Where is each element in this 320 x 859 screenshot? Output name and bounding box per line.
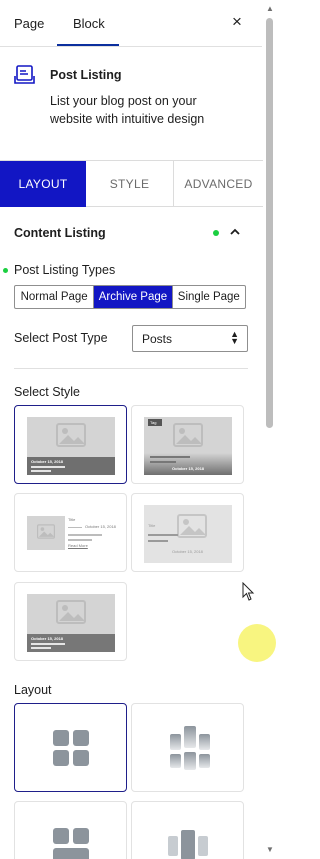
block-title: Post Listing: [50, 68, 122, 82]
text-line: [31, 470, 51, 472]
panel-tabs: LAYOUT STYLE ADVANCED: [0, 160, 263, 207]
text-line: [68, 539, 92, 541]
layout-option-masonry[interactable]: [131, 703, 244, 792]
scroll-up-arrow-icon[interactable]: ▲: [266, 4, 274, 13]
layout-option-list[interactable]: [14, 801, 127, 859]
scroll-down-arrow-icon[interactable]: ▼: [266, 845, 274, 854]
style-option-1[interactable]: October 15, 2018: [14, 405, 127, 484]
card-date: October 15, 2018: [85, 524, 116, 529]
card-date: October 15, 2018: [31, 636, 64, 641]
style-option-4[interactable]: Title October 15, 2018: [131, 493, 244, 572]
post-type-select[interactable]: Posts ▲ ▼: [132, 325, 248, 352]
layout-option-carousel[interactable]: [131, 801, 244, 859]
block-info: Post Listing List your blog post on your…: [0, 48, 262, 160]
mouse-pointer-icon: [242, 582, 255, 601]
text-line: [150, 456, 190, 458]
card-date: October 15, 2018: [172, 549, 203, 554]
card-readmore: Read More: [68, 543, 88, 548]
text-line: [68, 534, 102, 536]
card-date: October 15, 2018: [172, 466, 205, 471]
post-type-value: Posts: [142, 332, 173, 346]
text-line: [150, 461, 176, 463]
carousel-layout-icon: [168, 830, 208, 859]
card-tag: Tag: [150, 420, 157, 425]
image-icon: [56, 600, 86, 624]
type-archive-page[interactable]: Archive Page: [94, 286, 173, 308]
active-tab-indicator: [57, 44, 119, 46]
masonry-layout-icon: [170, 726, 210, 770]
text-line: [31, 647, 51, 649]
cursor-highlight: [238, 624, 276, 662]
image-icon: [177, 514, 207, 538]
image-icon: [37, 524, 55, 539]
card-title: Title: [148, 523, 156, 528]
style-option-5[interactable]: October 15, 2018: [14, 582, 127, 661]
tab-page[interactable]: Page: [14, 16, 44, 31]
image-icon: [56, 423, 86, 447]
image-icon: [173, 423, 203, 447]
text-line: [148, 534, 178, 536]
style-option-2[interactable]: Tag October 15, 2018: [131, 405, 244, 484]
type-normal-page[interactable]: Normal Page: [15, 286, 95, 308]
post-listing-types-label: Post Listing Types: [14, 263, 116, 277]
layout-option-grid[interactable]: [14, 703, 127, 792]
status-dot: [213, 230, 219, 236]
card-date: October 15, 2018: [31, 459, 64, 464]
divider: [14, 368, 248, 369]
text-line: [68, 527, 82, 528]
card-title: Title: [68, 517, 76, 522]
block-description: List your blog post on your website with…: [50, 94, 205, 126]
tab-advanced[interactable]: ADVANCED: [174, 161, 263, 207]
post-listing-icon: [14, 65, 35, 84]
section-content-listing-heading[interactable]: Content Listing: [14, 226, 106, 240]
sidebar-header-tabs: Page Block ×: [0, 0, 262, 47]
close-icon[interactable]: ×: [232, 12, 242, 32]
tab-block[interactable]: Block: [73, 16, 105, 31]
layout-label: Layout: [14, 683, 52, 697]
text-line: [148, 540, 168, 542]
post-listing-types-segmented: Normal Page Archive Page Single Page: [14, 285, 246, 309]
scrollbar-thumb[interactable]: [266, 18, 273, 428]
select-style-label: Select Style: [14, 385, 81, 399]
select-post-type-label: Select Post Type: [14, 331, 108, 345]
tab-layout[interactable]: LAYOUT: [0, 161, 86, 207]
select-arrows-icon: ▲ ▼: [230, 329, 239, 346]
status-dot: [3, 268, 8, 273]
text-line: [31, 643, 65, 645]
style-option-3[interactable]: Title October 15, 2018 Read More: [14, 493, 127, 572]
list-layout-icon: [53, 828, 89, 859]
chevron-up-icon[interactable]: [229, 226, 241, 238]
text-line: [31, 466, 65, 468]
tab-style[interactable]: STYLE: [86, 161, 174, 207]
type-single-page[interactable]: Single Page: [173, 286, 245, 308]
grid-layout-icon: [53, 730, 89, 766]
